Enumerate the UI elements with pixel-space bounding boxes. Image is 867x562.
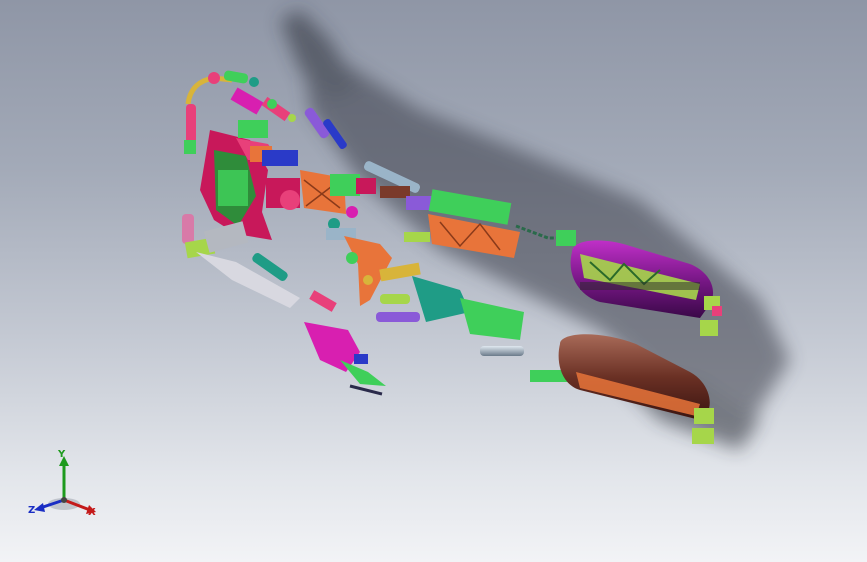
model-shadow — [280, 10, 790, 450]
center-lattice-frame — [300, 170, 376, 230]
triad-x-label: X — [88, 507, 96, 518]
triad-y-label: Y — [58, 449, 66, 460]
lower-left-gripper — [196, 252, 386, 396]
graphics-viewport[interactable]: Y X Z — [0, 0, 867, 562]
main-body-cluster — [200, 120, 300, 253]
triad-z-label: Z — [28, 505, 36, 516]
reference-triad: Y X Z — [24, 448, 104, 524]
cad-assembly-model[interactable] — [0, 0, 867, 562]
